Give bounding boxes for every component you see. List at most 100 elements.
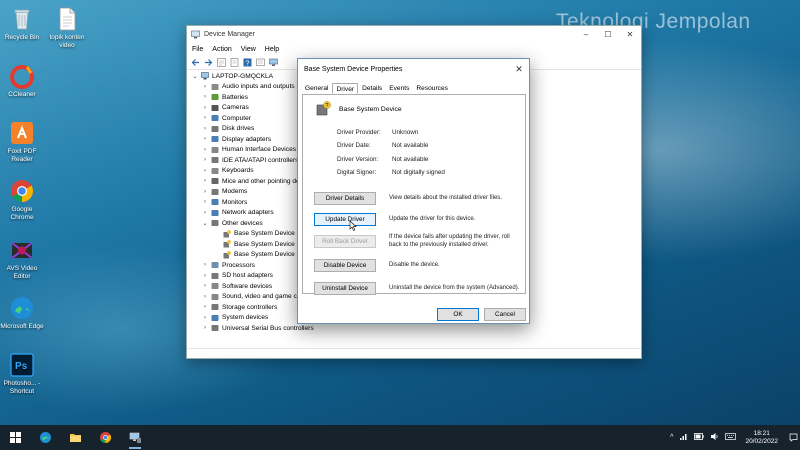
desktop-icon-chrome[interactable]: Google Chrome <box>0 178 44 222</box>
chevron-right-icon[interactable]: › <box>201 325 209 331</box>
desktop-icon-foxit[interactable]: Foxit PDF Reader <box>0 120 44 164</box>
chevron-right-icon[interactable]: › <box>201 105 209 111</box>
close-button[interactable]: ✕ <box>619 26 641 43</box>
show-hide-tree-icon[interactable] <box>216 58 226 68</box>
horizontal-scrollbar[interactable] <box>187 340 641 348</box>
chevron-right-icon[interactable]: › <box>201 126 209 132</box>
chevron-right-icon[interactable]: › <box>201 157 209 163</box>
system-tray: ^ 18:21 20/02/2022 <box>667 425 800 450</box>
chevron-right-icon[interactable]: › <box>201 189 209 195</box>
ok-button[interactable]: OK <box>437 308 479 321</box>
device-category-icon <box>211 83 219 91</box>
computer-scan-icon[interactable] <box>268 58 278 68</box>
disable-device-button[interactable]: Disable Device <box>314 259 376 272</box>
tab-driver[interactable]: Driver <box>332 83 359 94</box>
network-icon[interactable] <box>679 432 688 443</box>
dialog-close-icon[interactable]: ✕ <box>509 64 529 75</box>
notification-icon[interactable] <box>786 425 800 450</box>
chevron-right-icon[interactable]: › <box>201 283 209 289</box>
chevron-right-icon[interactable]: › <box>201 168 209 174</box>
desktop-icon-ccleaner[interactable]: CCleaner <box>0 63 44 99</box>
volume-icon[interactable] <box>710 432 719 443</box>
device-category-icon <box>211 219 219 227</box>
update-driver-desc: Update the driver for this device. <box>389 216 476 222</box>
desktop-icon-edge[interactable]: Microsoft Edge <box>0 295 44 331</box>
menu-file[interactable]: File <box>192 46 203 53</box>
chevron-right-icon[interactable]: › <box>201 136 209 142</box>
back-arrow-icon[interactable] <box>190 58 200 68</box>
update-driver-button[interactable]: Update Driver <box>314 213 376 226</box>
tab-details[interactable]: Details <box>359 83 385 94</box>
help-icon[interactable]: ? <box>242 58 252 68</box>
chevron-right-icon[interactable]: › <box>201 115 209 121</box>
roll-back-driver-button[interactable]: Roll Back Driver <box>314 235 376 248</box>
prop-digital-signer: Digital Signer: Not digitally signed <box>337 169 445 176</box>
chevron-right-icon[interactable]: › <box>201 262 209 268</box>
tree-label: Processors <box>222 261 255 269</box>
tree-label: Audio inputs and outputs <box>222 83 295 91</box>
menu-action[interactable]: Action <box>212 46 231 53</box>
tray-overflow-chevron-icon[interactable]: ^ <box>670 434 673 441</box>
chevron-right-icon[interactable]: › <box>201 304 209 310</box>
prop-value: Not available <box>392 142 429 149</box>
view-icon[interactable] <box>255 58 265 68</box>
tab-events[interactable]: Events <box>386 83 412 94</box>
menu-help[interactable]: Help <box>265 46 279 53</box>
start-button[interactable] <box>0 425 30 450</box>
taskbar-file-explorer[interactable] <box>60 425 90 450</box>
driver-details-button[interactable]: Driver Details <box>314 192 376 205</box>
ccleaner-icon <box>9 63 35 89</box>
clock[interactable]: 18:21 20/02/2022 <box>745 430 778 446</box>
chevron-right-icon[interactable]: › <box>201 315 209 321</box>
clock-time: 18:21 <box>753 429 770 437</box>
chevron-right-icon[interactable]: › <box>201 94 209 100</box>
device-category-icon <box>211 104 219 112</box>
menu-bar: File Action View Help <box>187 43 641 56</box>
chevron-right-icon[interactable]: › <box>201 273 209 279</box>
uninstall-device-desc: Uninstall the device from the system (Ad… <box>389 285 520 291</box>
tab-resources[interactable]: Resources <box>413 83 451 94</box>
edge-icon <box>39 432 51 443</box>
tree-label: Software devices <box>222 282 273 290</box>
desktop-icon-recycle-bin[interactable]: Recycle Bin <box>0 6 44 42</box>
device-category-icon <box>211 93 219 101</box>
battery-icon[interactable] <box>694 433 705 442</box>
desktop-icon-photoshop[interactable]: Ps Photosho... - Shortcut <box>0 352 44 396</box>
desktop-icon-avs[interactable]: AVS Video Editor <box>0 237 44 281</box>
chevron-down-icon[interactable]: ⌄ <box>201 220 209 227</box>
chevron-right-icon[interactable]: › <box>201 178 209 184</box>
prop-driver-provider: Driver Provider: Unknown <box>337 129 418 136</box>
tree-category[interactable]: › Universal Serial Bus controllers <box>187 323 641 334</box>
minimize-button[interactable]: – <box>575 26 597 43</box>
maximize-button[interactable]: ☐ <box>597 26 619 43</box>
menu-view[interactable]: View <box>241 46 256 53</box>
uninstall-device-button[interactable]: Uninstall Device <box>314 282 376 295</box>
desktop-icon-label: CCleaner <box>8 91 36 98</box>
device-manager-titlebar[interactable]: Device Manager – ☐ ✕ <box>187 26 641 43</box>
keyboard-icon[interactable] <box>725 433 737 442</box>
tree-label: Other devices <box>222 219 263 227</box>
foxit-icon <box>9 120 35 146</box>
device-header: ? Base System Device <box>315 101 402 117</box>
cancel-button[interactable]: Cancel <box>484 308 526 321</box>
properties-icon[interactable] <box>229 58 239 68</box>
prop-key: Driver Date: <box>337 142 371 149</box>
tree-label: Batteries <box>222 93 249 101</box>
taskbar-chrome[interactable] <box>90 425 120 450</box>
chevron-down-icon[interactable]: ⌄ <box>191 73 199 80</box>
taskbar-device-manager[interactable] <box>120 425 150 450</box>
tab-general[interactable]: General <box>302 83 331 94</box>
chevron-right-icon[interactable]: › <box>201 210 209 216</box>
driver-tab-panel: ? Base System Device Driver Provider: Un… <box>302 94 526 295</box>
roll-back-driver-desc: If the device fails after updating the d… <box>389 234 510 248</box>
taskbar-edge[interactable] <box>30 425 60 450</box>
forward-arrow-icon[interactable] <box>203 58 213 68</box>
tree-label: Base System Device <box>234 240 295 248</box>
desktop-icon-document[interactable]: topik konten video <box>45 6 89 50</box>
computer-icon <box>201 72 209 80</box>
chevron-right-icon[interactable]: › <box>201 84 209 90</box>
dialog-titlebar[interactable]: Base System Device Properties ✕ <box>298 59 529 79</box>
chevron-right-icon[interactable]: › <box>201 147 209 153</box>
chevron-right-icon[interactable]: › <box>201 294 209 300</box>
chevron-right-icon[interactable]: › <box>201 199 209 205</box>
